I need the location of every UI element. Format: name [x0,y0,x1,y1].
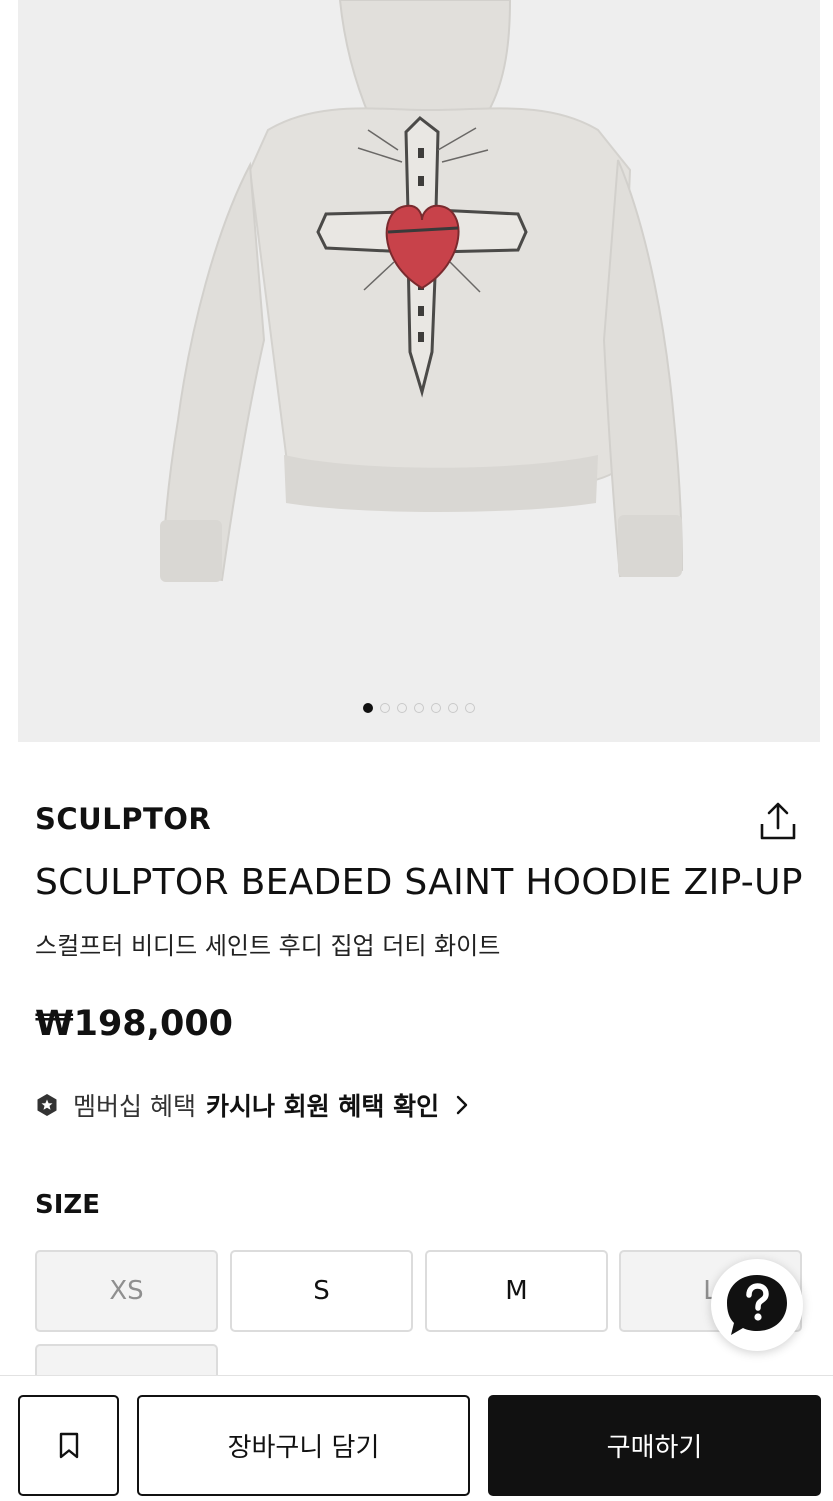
chevron-right-icon [456,1095,468,1115]
product-price: ₩198,000 [35,1004,234,1044]
product-subtitle: 스컬프터 비디드 세인트 후디 집업 더티 화이트 [35,932,501,960]
help-chat-icon [727,1275,787,1335]
buy-now-button[interactable]: 구매하기 [488,1395,821,1496]
membership-benefit-link[interactable]: 멤버십 혜택 카시나 회원 혜택 확인 [35,1086,471,1124]
share-icon[interactable] [758,800,798,844]
bottom-action-bar: 장바구니 담기 구매하기 [0,1375,833,1501]
size-option-m[interactable]: M [425,1250,608,1332]
carousel-dot[interactable] [448,703,458,713]
size-section-label: SIZE [35,1190,101,1220]
membership-badge-icon [37,1094,57,1116]
product-image [160,0,684,582]
carousel-dots[interactable] [18,703,820,713]
carousel-dot[interactable] [465,703,475,713]
add-to-cart-button[interactable]: 장바구니 담기 [137,1395,470,1496]
product-title: SCULPTOR BEADED SAINT HOODIE ZIP-UP [35,862,803,903]
size-option-s[interactable]: S [230,1250,413,1332]
benefit-label: 멤버십 혜택 [73,1092,196,1121]
carousel-dot[interactable] [397,703,407,713]
bookmark-icon [59,1432,78,1458]
brand-name[interactable]: SCULPTOR [35,802,211,836]
benefit-link-text[interactable]: 카시나 회원 혜택 확인 [206,1087,439,1123]
carousel-dot[interactable] [363,703,373,713]
carousel-dot[interactable] [414,703,424,713]
size-option-xs[interactable]: XS [35,1250,218,1332]
bookmark-button[interactable] [18,1395,119,1496]
carousel-dot[interactable] [431,703,441,713]
carousel-dot[interactable] [380,703,390,713]
help-chat-button[interactable] [711,1259,803,1351]
product-image-carousel[interactable] [18,0,820,742]
